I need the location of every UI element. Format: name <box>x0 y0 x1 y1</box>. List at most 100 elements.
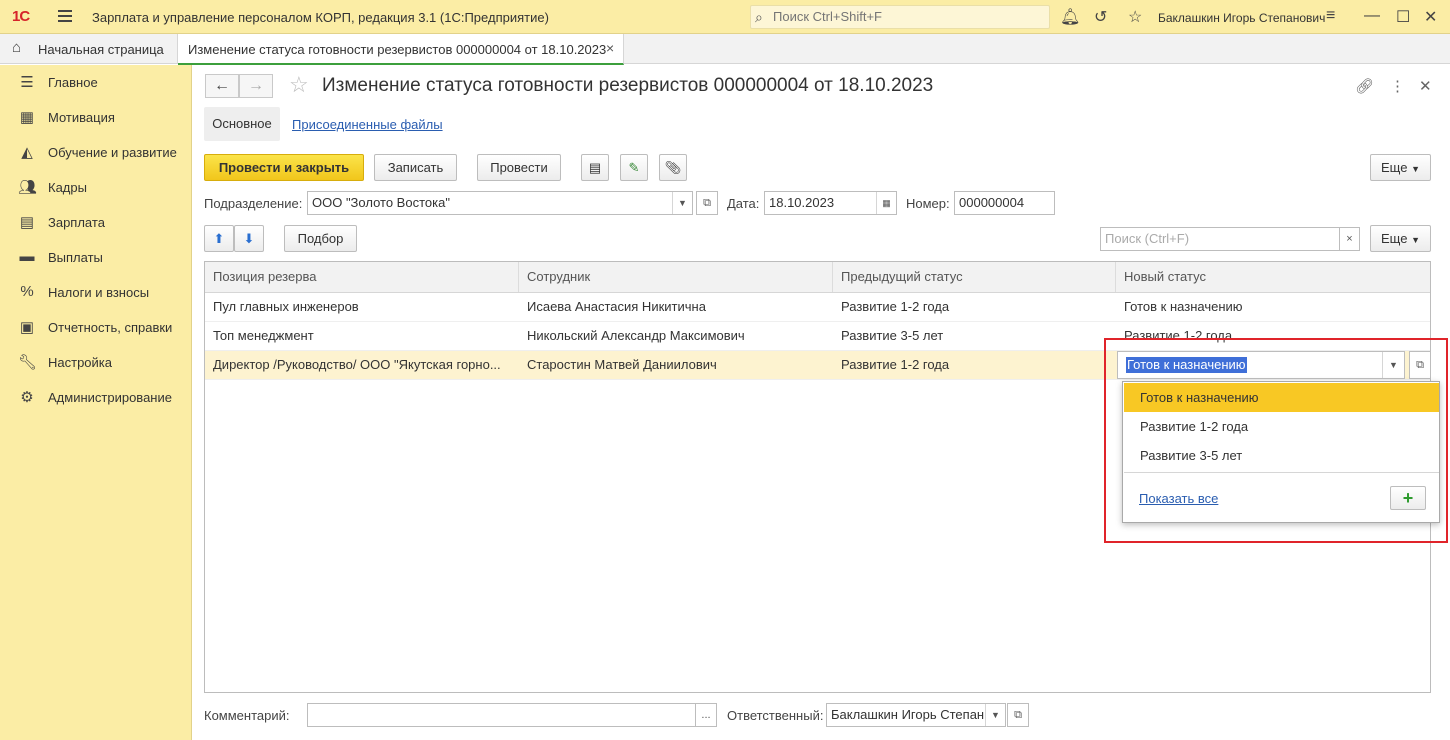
table-search-input[interactable]: Поиск (Ctrl+F) <box>1100 227 1340 251</box>
table-cell: Пул главных инженеров <box>213 299 359 314</box>
subtab-main[interactable]: Основное <box>204 107 280 141</box>
table-cell: Топ менеджмент <box>213 328 314 343</box>
responsible-field[interactable]: Баклашкин Игорь Степан ▼ <box>826 703 1006 727</box>
comment-ellipsis-button[interactable]: ... <box>695 703 717 727</box>
subtab-attached-files[interactable]: Присоединенные файлы <box>292 117 443 132</box>
responsible-value: Баклашкин Игорь Степан <box>831 707 985 722</box>
main-menu-icon[interactable] <box>58 10 72 25</box>
gift-icon: ▦ <box>19 109 35 126</box>
close-window-icon[interactable]: ✕ <box>1424 7 1437 27</box>
attachment-icon[interactable]: 📎︎ <box>659 154 687 181</box>
pick-button[interactable]: Подбор <box>284 225 357 252</box>
report-print-icon[interactable]: ▤ <box>581 154 609 181</box>
gear-icon: ⚙ <box>20 389 34 406</box>
document-form: ← → ☆ Изменение статуса готовности резер… <box>193 65 1450 740</box>
sidebar-item-taxes[interactable]: % Налоги и взносы <box>0 278 192 308</box>
forward-button[interactable]: → <box>239 74 273 98</box>
app-logo: 1С <box>12 8 30 25</box>
clear-search-icon[interactable]: × <box>1339 227 1360 251</box>
maximize-icon[interactable]: ☐ <box>1396 7 1410 27</box>
sidebar-item-label: Настройка <box>48 355 112 370</box>
graduation-cap-icon: ◭ <box>21 144 33 161</box>
column-header[interactable]: Позиция резерва <box>205 262 519 292</box>
column-header[interactable]: Новый статус <box>1116 262 1430 292</box>
favorites-star-icon[interactable]: ☆ <box>1128 7 1142 27</box>
menu-icon: ☰ <box>20 74 34 91</box>
calendar-icon[interactable]: ▦ <box>876 192 896 214</box>
column-header[interactable]: Сотрудник <box>519 262 833 292</box>
current-user[interactable]: Баклашкин Игорь Степанович <box>1158 11 1325 25</box>
sidebar-item-main[interactable]: ☰ Главное <box>0 68 192 98</box>
sidebar-item-salary[interactable]: ▤ Зарплата <box>0 208 192 238</box>
comment-label: Комментарий: <box>204 708 290 723</box>
date-field[interactable]: 18.10.2023 ▦ <box>764 191 897 215</box>
report-icon: ▣ <box>19 319 35 336</box>
open-icon[interactable]: ⧉ <box>696 191 718 215</box>
sidebar-item-label: Зарплата <box>48 215 105 230</box>
table-more-button[interactable]: Еще ▼ <box>1370 225 1431 252</box>
sidebar-item-payments[interactable]: ▬ Выплаты <box>0 243 192 273</box>
sidebar-item-label: Отчетность, справки <box>48 320 173 335</box>
table-row[interactable]: Пул главных инженеров Исаева Анастасия Н… <box>205 293 1430 322</box>
settings-menu-icon[interactable]: ≡ <box>1326 7 1335 25</box>
sidebar-item-personnel[interactable]: 👥︎ Кадры <box>0 173 192 203</box>
post-and-close-button[interactable]: Провести и закрыть <box>204 154 364 181</box>
global-search-input[interactable] <box>773 9 1043 24</box>
date-value: 18.10.2023 <box>769 195 835 210</box>
close-tab-icon[interactable]: × <box>606 40 614 56</box>
sidebar-item-admin[interactable]: ⚙ Администрирование <box>0 383 192 413</box>
department-value: ООО "Золото Востока" <box>312 195 450 210</box>
more-vertical-icon[interactable]: ⋮ <box>1390 77 1405 95</box>
sidebar-item-motivation[interactable]: ▦ Мотивация <box>0 103 192 133</box>
table-cell: Развитие 1-2 года <box>841 299 950 314</box>
tab-bar: ⌂ Начальная страница Изменение статуса г… <box>0 34 1450 65</box>
tab-home-label: Начальная страница <box>38 42 164 57</box>
sidebar-item-learning[interactable]: ◭ Обучение и развитие <box>0 138 192 168</box>
sidebar-item-label: Мотивация <box>48 110 115 125</box>
sidebar-item-label: Налоги и взносы <box>48 285 150 300</box>
minimize-icon[interactable]: — <box>1364 7 1380 25</box>
calculator-icon: ▤ <box>19 214 35 231</box>
global-search[interactable]: ⌕ <box>750 5 1050 29</box>
document-title: Изменение статуса готовности резервистов… <box>322 75 934 96</box>
bell-icon[interactable]: 🔔︎ <box>1060 7 1080 27</box>
wallet-icon: ▬ <box>19 248 35 265</box>
more-button[interactable]: Еще ▼ <box>1370 154 1431 181</box>
close-form-icon[interactable]: ✕ <box>1419 77 1432 95</box>
table-cell: Развитие 1-2 года <box>841 357 950 372</box>
open-icon[interactable]: ⧉ <box>1007 703 1029 727</box>
sidebar-item-reports[interactable]: ▣ Отчетность, справки <box>0 313 192 343</box>
sidebar-item-label: Обучение и развитие <box>48 145 177 160</box>
post-button[interactable]: Провести <box>477 154 561 181</box>
search-icon: ⌕ <box>755 9 763 25</box>
wrench-icon: 🔧︎ <box>18 354 38 371</box>
move-down-icon[interactable]: ⬇ <box>234 225 264 252</box>
edit-pencil-icon[interactable]: ✎ <box>620 154 648 181</box>
save-button[interactable]: Записать <box>374 154 457 181</box>
move-up-icon[interactable]: ⬆ <box>204 225 234 252</box>
percent-icon: % <box>20 283 34 300</box>
chevron-down-icon: ▼ <box>1411 164 1420 174</box>
link-icon[interactable]: 🔗︎ <box>1355 77 1374 95</box>
history-icon[interactable]: ↺ <box>1094 7 1107 27</box>
comment-field[interactable] <box>307 703 696 727</box>
table-cell: Исаева Анастасия Никитична <box>527 299 706 314</box>
table-header: Позиция резерва Сотрудник Предыдущий ста… <box>205 262 1430 293</box>
tab-document[interactable]: Изменение статуса готовности резервистов… <box>178 34 624 65</box>
column-header[interactable]: Предыдущий статус <box>833 262 1116 292</box>
tab-home[interactable]: ⌂ Начальная страница <box>0 34 178 64</box>
home-icon: ⌂ <box>12 39 22 56</box>
highlight-frame <box>1104 338 1448 543</box>
table-cell: Развитие 3-5 лет <box>841 328 944 343</box>
number-label: Номер: <box>906 196 950 211</box>
sidebar-item-label: Главное <box>48 75 98 90</box>
chevron-down-icon[interactable]: ▼ <box>672 192 692 214</box>
back-button[interactable]: ← <box>205 74 239 98</box>
chevron-down-icon[interactable]: ▼ <box>985 704 1005 726</box>
department-field[interactable]: ООО "Золото Востока" ▼ <box>307 191 693 215</box>
number-value: 000000004 <box>959 195 1025 210</box>
sidebar-item-settings[interactable]: 🔧︎ Настройка <box>0 348 192 378</box>
number-field[interactable]: 000000004 <box>954 191 1055 215</box>
table-cell: Готов к назначению <box>1124 299 1243 314</box>
favorite-star-icon[interactable]: ☆ <box>289 72 309 98</box>
